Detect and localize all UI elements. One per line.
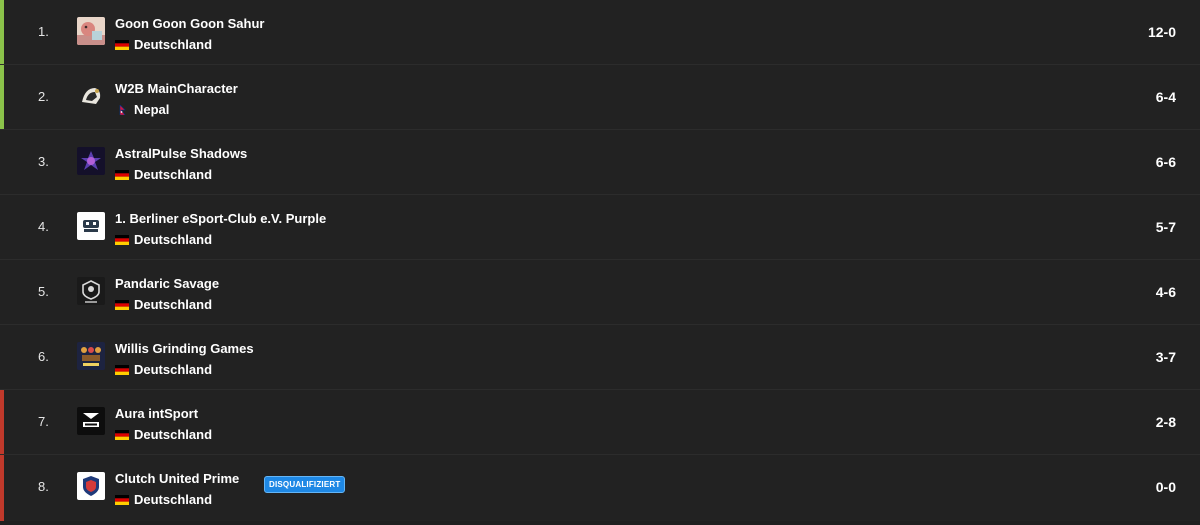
germany-flag-icon: [115, 170, 129, 180]
team-logo[interactable]: [77, 277, 105, 305]
country-label: Deutschland: [134, 37, 213, 52]
team-name-link[interactable]: Pandaric Savage: [115, 276, 219, 291]
standings-row[interactable]: 4. 1. Berliner eSport-Club e.V. Purple D…: [0, 195, 1200, 260]
germany-flag-icon: [115, 235, 129, 245]
standings-table: 1. Goon Goon Goon Sahur Deutschland 12-0…: [0, 0, 1200, 521]
germany-flag-icon: [115, 40, 129, 50]
match-score: 5-7: [1155, 219, 1176, 235]
match-score: 12-0: [1147, 24, 1176, 40]
team-logo[interactable]: [77, 472, 105, 500]
standings-row[interactable]: 3. AstralPulse Shadows Deutschland 6-6: [0, 130, 1200, 195]
disqualified-badge: DISQUALIFIZIERT: [264, 476, 346, 493]
country-label: Deutschland: [134, 297, 213, 312]
standings-row[interactable]: 8. Clutch United Prime DISQUALIFIZIERT D…: [0, 455, 1200, 521]
team-logo[interactable]: [77, 17, 105, 45]
germany-flag-icon: [115, 430, 129, 440]
country-label: Deutschland: [134, 492, 213, 507]
country-label: Deutschland: [134, 232, 213, 247]
match-score: 6-6: [1155, 154, 1176, 170]
rank: 7.: [38, 414, 49, 429]
country-label: Deutschland: [134, 427, 213, 442]
standings-row[interactable]: 5. Pandaric Savage Deutschland 4-6: [0, 260, 1200, 325]
team-logo[interactable]: [77, 82, 105, 110]
team-name-link[interactable]: AstralPulse Shadows: [115, 146, 247, 161]
zone-indicator: [0, 260, 4, 324]
team-name-link[interactable]: Aura intSport: [115, 406, 198, 421]
match-score: 4-6: [1155, 284, 1176, 300]
rank: 3.: [38, 154, 49, 169]
relegation-indicator: [0, 390, 4, 454]
rank: 2.: [38, 89, 49, 104]
team-name-link[interactable]: 1. Berliner eSport-Club e.V. Purple: [115, 211, 326, 226]
country-label: Deutschland: [134, 167, 213, 182]
promotion-indicator: [0, 0, 4, 64]
relegation-indicator: [0, 455, 4, 521]
nepal-flag-icon: [119, 105, 126, 115]
match-score: 2-8: [1155, 414, 1176, 430]
rank: 8.: [38, 479, 49, 494]
standings-row[interactable]: 7. Aura intSport Deutschland 2-8: [0, 390, 1200, 455]
germany-flag-icon: [115, 300, 129, 310]
country-label: Deutschland: [134, 362, 213, 377]
standings-row[interactable]: 6. Willis Grinding Games Deutschland 3-7: [0, 325, 1200, 390]
zone-indicator: [0, 325, 4, 389]
rank: 4.: [38, 219, 49, 234]
rank: 1.: [38, 24, 49, 39]
standings-row[interactable]: 2. W2B MainCharacter Nepal 6-4: [0, 65, 1200, 130]
team-logo[interactable]: [77, 147, 105, 175]
team-logo[interactable]: [77, 342, 105, 370]
team-name-link[interactable]: Goon Goon Goon Sahur: [115, 16, 264, 31]
germany-flag-icon: [115, 365, 129, 375]
match-score: 6-4: [1155, 89, 1176, 105]
zone-indicator: [0, 130, 4, 194]
team-logo[interactable]: [77, 407, 105, 435]
team-name-link[interactable]: W2B MainCharacter: [115, 81, 238, 96]
team-logo[interactable]: [77, 212, 105, 240]
germany-flag-icon: [115, 495, 129, 505]
rank: 5.: [38, 284, 49, 299]
match-score: 0-0: [1155, 479, 1176, 495]
match-score: 3-7: [1155, 349, 1176, 365]
team-name-link[interactable]: Clutch United Prime: [115, 471, 239, 486]
promotion-indicator: [0, 65, 4, 129]
team-name-link[interactable]: Willis Grinding Games: [115, 341, 254, 356]
zone-indicator: [0, 195, 4, 259]
rank: 6.: [38, 349, 49, 364]
country-label: Nepal: [134, 102, 170, 117]
standings-row[interactable]: 1. Goon Goon Goon Sahur Deutschland 12-0: [0, 0, 1200, 65]
